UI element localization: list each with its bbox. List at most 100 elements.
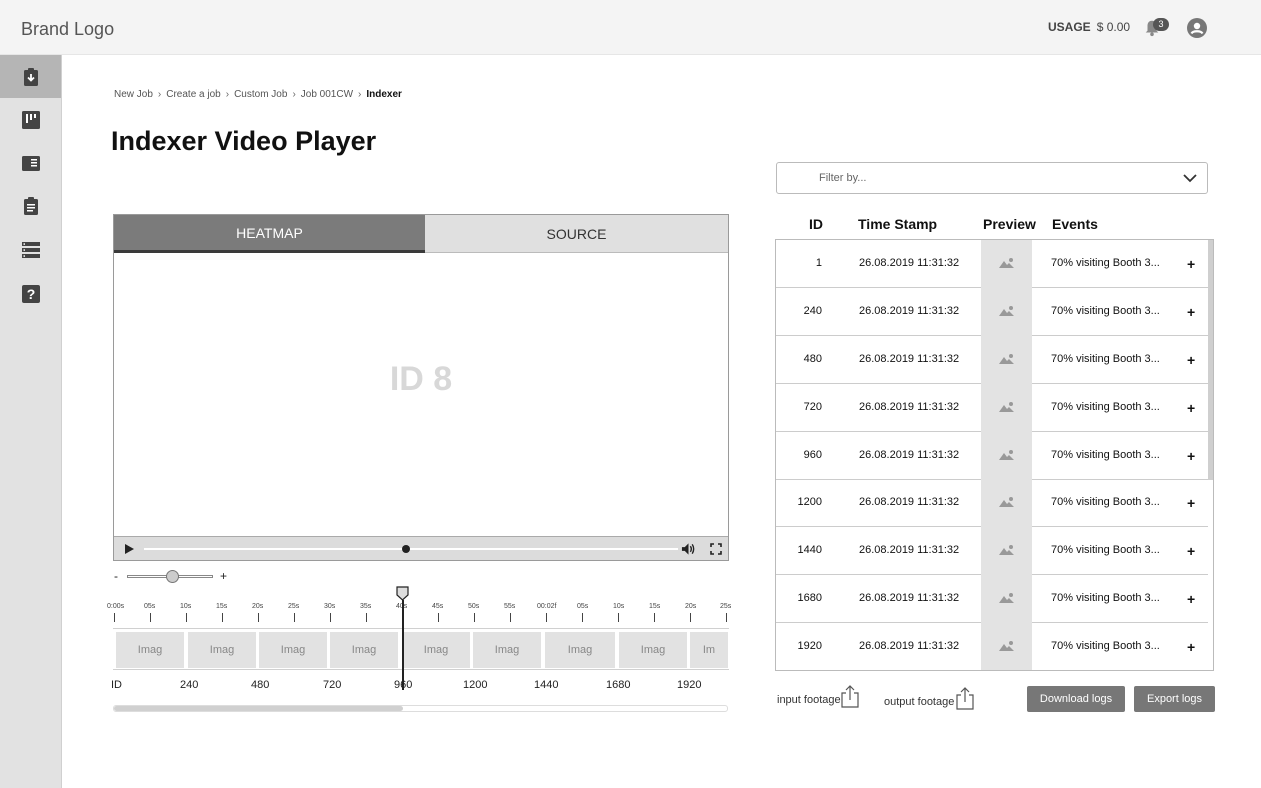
breadcrumb-new-job[interactable]: New Job xyxy=(114,89,153,100)
table-row[interactable]: 960 26.08.2019 11:31:32 70% visiting Booth… xyxy=(776,432,1208,480)
sidebar-item-board[interactable] xyxy=(0,98,61,141)
thumbnail[interactable]: Imag xyxy=(330,632,398,668)
sidebar-item-help[interactable]: ? xyxy=(0,272,61,315)
table-row[interactable]: 1680 26.08.2019 11:31:32 70% visiting Boot… xyxy=(776,575,1208,623)
timeline-tick: 50s xyxy=(468,603,480,610)
add-event-button[interactable]: + xyxy=(1187,256,1195,272)
row-event: 70% visiting Booth 3... xyxy=(1051,544,1160,556)
row-preview[interactable] xyxy=(981,432,1032,480)
zoom-slider-handle[interactable] xyxy=(166,570,179,583)
add-event-button[interactable]: + xyxy=(1187,639,1195,655)
image-placeholder-icon xyxy=(999,354,1014,364)
add-event-button[interactable]: + xyxy=(1187,304,1195,320)
volume-icon[interactable] xyxy=(681,542,696,556)
export-logs-button[interactable]: Export logs xyxy=(1134,686,1215,712)
add-event-button[interactable]: + xyxy=(1187,495,1195,511)
filter-placeholder: Filter by... xyxy=(819,172,867,184)
add-event-button[interactable]: + xyxy=(1187,543,1195,559)
row-preview[interactable] xyxy=(981,240,1032,288)
breadcrumb-current: Indexer xyxy=(366,89,402,100)
row-preview[interactable] xyxy=(981,527,1032,575)
chevron-right-icon: › xyxy=(225,89,230,100)
add-event-button[interactable]: + xyxy=(1187,591,1195,607)
table-row[interactable]: 1440 26.08.2019 11:31:32 70% visiting Boot… xyxy=(776,527,1208,575)
sidebar: ? xyxy=(0,55,62,788)
image-placeholder-icon xyxy=(999,497,1014,507)
tab-heatmap[interactable]: HEATMAP xyxy=(114,215,425,253)
row-timestamp: 26.08.2019 11:31:32 xyxy=(859,544,960,556)
breadcrumb: New Job › Create a job › Custom Job › Job 0… xyxy=(114,89,402,100)
filter-dropdown[interactable]: Filter by... xyxy=(776,162,1208,194)
row-preview[interactable] xyxy=(981,575,1032,623)
board-icon xyxy=(21,110,40,129)
clipboard-download-icon xyxy=(23,67,38,86)
row-preview[interactable] xyxy=(981,384,1032,432)
tick-mark xyxy=(726,613,727,622)
user-avatar-icon[interactable] xyxy=(1187,18,1207,38)
thumbnail[interactable]: Imag xyxy=(619,632,687,668)
image-placeholder-icon xyxy=(999,306,1014,316)
table-row[interactable]: 480 26.08.2019 11:31:32 70% visiting Booth… xyxy=(776,336,1208,384)
timeline-tick: 20s xyxy=(685,603,697,610)
play-icon[interactable] xyxy=(123,543,135,555)
tick-mark xyxy=(258,613,259,622)
thumbnail[interactable]: Imag xyxy=(188,632,256,668)
brand-logo[interactable]: Brand Logo xyxy=(21,19,114,40)
upload-icon[interactable] xyxy=(841,684,859,708)
table-row[interactable]: 1920 26.08.2019 11:31:32 70% visiting Boot… xyxy=(776,623,1208,670)
sidebar-item-library[interactable] xyxy=(0,141,61,184)
zoom-in-button[interactable]: + xyxy=(220,569,227,583)
image-placeholder-icon xyxy=(999,402,1014,412)
row-timestamp: 26.08.2019 11:31:32 xyxy=(859,496,960,508)
sidebar-item-list[interactable] xyxy=(0,228,61,271)
seek-bar[interactable] xyxy=(144,548,678,550)
table-row[interactable]: 720 26.08.2019 11:31:32 70% visiting Booth… xyxy=(776,384,1208,432)
image-placeholder-icon xyxy=(999,593,1014,603)
tab-source[interactable]: SOURCE xyxy=(425,215,728,253)
timeline-id: 240 xyxy=(180,679,199,691)
sidebar-item-new-job[interactable] xyxy=(0,55,61,98)
row-preview[interactable] xyxy=(981,288,1032,336)
add-event-button[interactable]: + xyxy=(1187,352,1195,368)
row-preview[interactable] xyxy=(981,336,1032,384)
playhead-handle[interactable] xyxy=(396,586,409,601)
row-id: 1 xyxy=(815,257,822,269)
add-event-button[interactable]: + xyxy=(1187,448,1195,464)
timeline-tick: 30s xyxy=(324,603,336,610)
fullscreen-icon[interactable] xyxy=(710,543,722,555)
thumbnail[interactable]: Imag xyxy=(402,632,470,668)
timeline-tick: 15s xyxy=(216,603,228,610)
page-title: Indexer Video Player xyxy=(111,126,377,156)
timeline-tick: 55s xyxy=(504,603,516,610)
upload-icon[interactable] xyxy=(956,686,974,710)
thumbnail[interactable]: Imag xyxy=(259,632,327,668)
add-event-button[interactable]: + xyxy=(1187,400,1195,416)
tick-mark xyxy=(546,613,547,622)
thumbnail[interactable]: Imag xyxy=(473,632,541,668)
thumbnail[interactable]: Imag xyxy=(545,632,615,668)
timeline-tick: 05s xyxy=(144,603,156,610)
breadcrumb-create-job[interactable]: Create a job xyxy=(166,89,220,100)
row-id: 1680 xyxy=(797,592,822,604)
row-id: 1440 xyxy=(797,544,822,556)
row-id: 480 xyxy=(803,353,822,365)
table-row[interactable]: 1 26.08.2019 11:31:32 70% visiting Booth 3… xyxy=(776,240,1208,288)
table-scrollbar[interactable] xyxy=(1208,240,1213,480)
breadcrumb-custom-job[interactable]: Custom Job xyxy=(234,89,287,100)
table-row[interactable]: 1200 26.08.2019 11:31:32 70% visiting Boot… xyxy=(776,479,1208,527)
seek-handle[interactable] xyxy=(402,545,410,553)
timeline-scrollbar[interactable] xyxy=(113,705,728,712)
download-logs-button[interactable]: Download logs xyxy=(1027,686,1125,712)
thumbnail[interactable]: Im xyxy=(690,632,728,668)
row-id: 240 xyxy=(803,305,822,317)
thumbnail[interactable]: Imag xyxy=(116,632,184,668)
timeline-tick: 45s xyxy=(432,603,444,610)
zoom-out-button[interactable]: - xyxy=(114,569,118,583)
breadcrumb-job[interactable]: Job 001CW xyxy=(301,89,353,100)
table-row[interactable]: 240 26.08.2019 11:31:32 70% visiting Booth… xyxy=(776,288,1208,336)
column-header-id: ID xyxy=(809,216,823,232)
timeline-scrollbar-thumb[interactable] xyxy=(114,706,403,711)
row-preview[interactable] xyxy=(981,623,1032,670)
row-preview[interactable] xyxy=(981,479,1032,527)
sidebar-item-tasks[interactable] xyxy=(0,184,61,227)
